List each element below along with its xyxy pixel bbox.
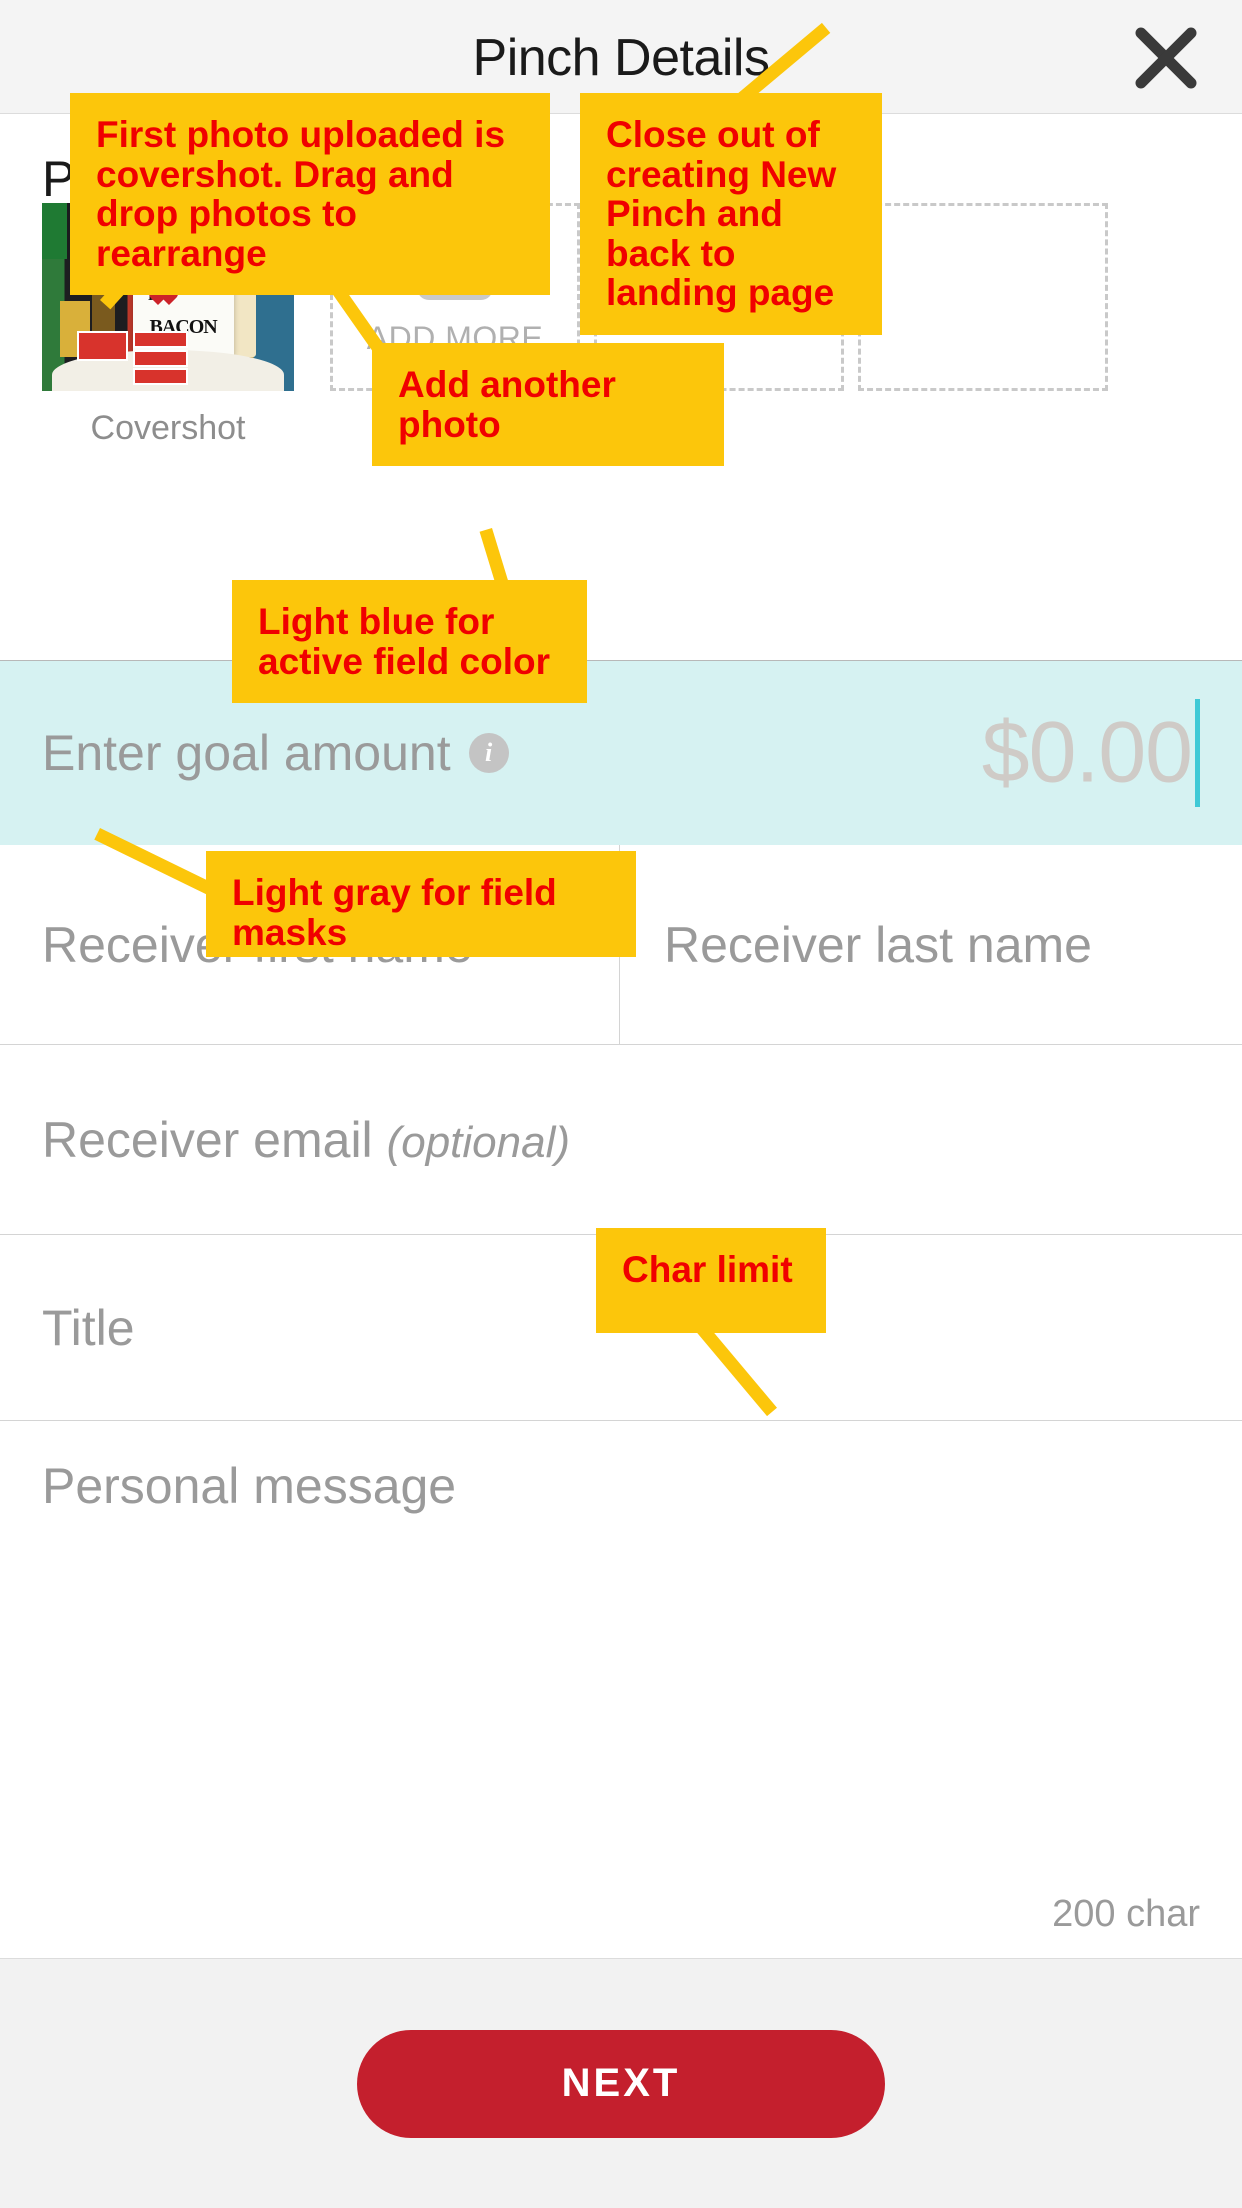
annotation-active-color-note: Light blue for active field color bbox=[232, 580, 587, 704]
annotation-covershot-note: First photo uploaded is covershot. Drag … bbox=[70, 93, 550, 296]
receiver-last-name-placeholder: Receiver last name bbox=[664, 916, 1092, 973]
next-button[interactable]: NEXT bbox=[357, 2029, 885, 2138]
photo-slot-empty[interactable] bbox=[858, 203, 1108, 391]
annotation-close-note: Close out of creating New Pinch and back… bbox=[580, 93, 882, 335]
annotation-add-photo-note: Add another photo bbox=[372, 343, 724, 467]
receiver-email-field[interactable]: Receiver email (optional) bbox=[0, 1045, 1242, 1235]
receiver-email-placeholder: Receiver email bbox=[42, 1111, 373, 1168]
close-icon bbox=[1133, 25, 1199, 91]
personal-message-field[interactable]: Personal message 200 char bbox=[0, 1421, 1242, 1958]
text-cursor bbox=[1195, 699, 1200, 807]
info-icon[interactable]: i bbox=[468, 733, 509, 773]
goal-amount-field-row[interactable]: Enter goal amount i $0.00 bbox=[0, 660, 1242, 845]
close-button[interactable] bbox=[1130, 22, 1202, 94]
receiver-email-placeholder-group: Receiver email (optional) bbox=[42, 1111, 570, 1169]
receiver-email-optional-tag: (optional) bbox=[386, 1117, 571, 1167]
title-placeholder: Title bbox=[42, 1299, 135, 1356]
goal-amount-input[interactable]: $0.00 bbox=[982, 704, 1193, 803]
annotation-char-limit-note: Char limit bbox=[596, 1228, 826, 1333]
page-title: Pinch Details bbox=[472, 29, 770, 87]
annotation-field-mask-note: Light gray for field masks bbox=[206, 851, 636, 957]
receiver-last-name-field[interactable]: Receiver last name bbox=[620, 845, 1242, 1044]
personal-message-placeholder: Personal message bbox=[42, 1458, 457, 1514]
goal-amount-label: Enter goal amount bbox=[42, 725, 451, 781]
covershot-caption: Covershot bbox=[90, 409, 246, 447]
goal-amount-label-group: Enter goal amount i bbox=[42, 724, 509, 782]
dialog-footer: NEXT bbox=[0, 1958, 1242, 2208]
char-limit-counter: 200 char bbox=[1052, 1893, 1200, 1935]
